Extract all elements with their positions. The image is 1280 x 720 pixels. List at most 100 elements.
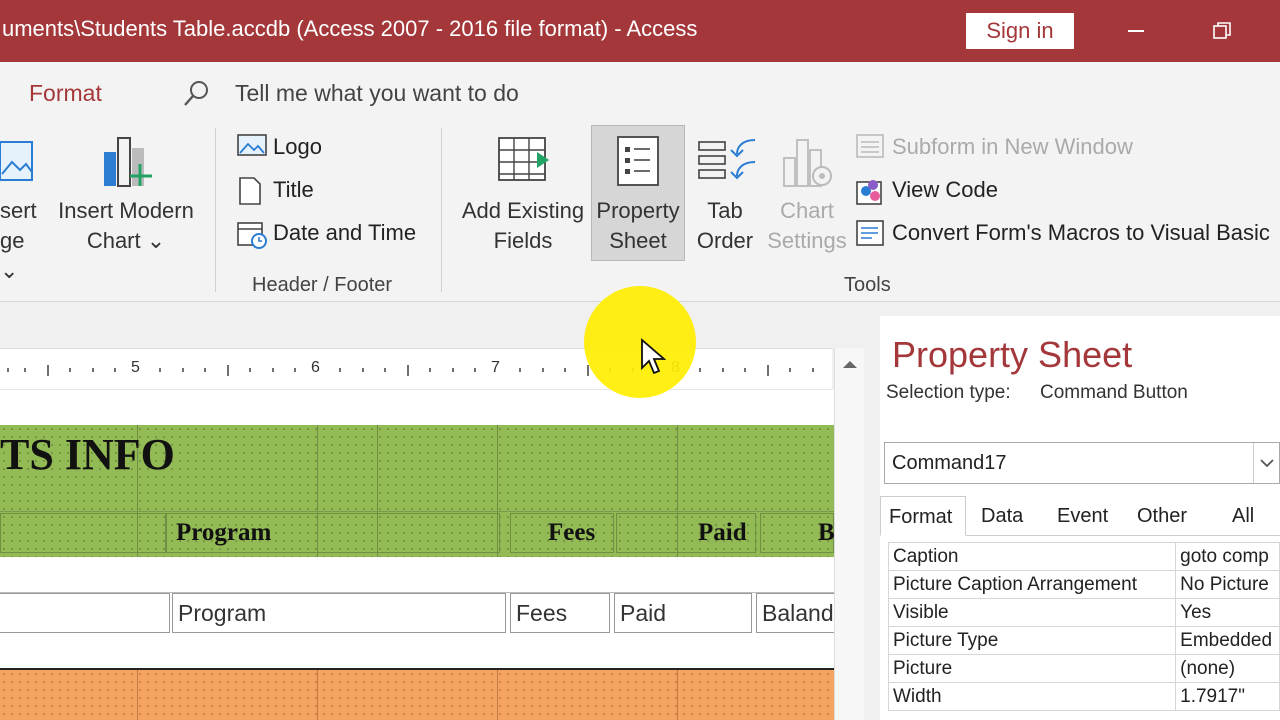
property-sheet-label-1: Property bbox=[596, 198, 680, 223]
grid-line bbox=[497, 670, 498, 720]
grid-line bbox=[137, 670, 138, 720]
group-label-header-footer: Header / Footer bbox=[252, 274, 393, 296]
property-row[interactable]: Width 1.7917" bbox=[887, 682, 1280, 711]
add-fields-label-2: Fields bbox=[493, 228, 553, 253]
tab-data[interactable]: Data bbox=[981, 496, 1023, 536]
property-sheet-button[interactable]: Property Sheet bbox=[591, 125, 685, 261]
form-detail-section: Program Fees Paid Baland bbox=[0, 557, 834, 667]
property-name: Width bbox=[887, 682, 1177, 711]
form-canvas: TS INFO Program Fees Paid B Program Fees… bbox=[0, 390, 835, 720]
tab-all[interactable]: All bbox=[1232, 496, 1254, 536]
title-icon bbox=[239, 177, 261, 205]
convert-macros-button[interactable]: Convert Form's Macros to Visual Basic bbox=[856, 220, 1270, 246]
header-label-balance[interactable]: B bbox=[818, 513, 835, 553]
property-value[interactable]: Embedded bbox=[1175, 626, 1280, 655]
property-sheet-label-2: Sheet bbox=[609, 228, 667, 253]
dropdown-button[interactable] bbox=[1253, 443, 1279, 483]
form-design-area: 5 6 7 8 TS INFO Program Fees Paid B bbox=[0, 302, 866, 720]
grid-line bbox=[0, 511, 834, 512]
object-selector-dropdown[interactable]: Command17 bbox=[884, 442, 1280, 484]
ribbon-separator bbox=[215, 128, 216, 292]
property-row[interactable]: Visible Yes bbox=[887, 598, 1280, 627]
logo-button[interactable]: Logo bbox=[237, 134, 322, 160]
tab-order-label-2: Order bbox=[696, 228, 754, 253]
chart-icon bbox=[104, 137, 152, 187]
chart-settings-label-2: Settings bbox=[767, 228, 847, 253]
header-label-paid[interactable]: Paid bbox=[698, 513, 747, 553]
ruler-ticks bbox=[7, 365, 814, 376]
property-row[interactable]: Picture (none) bbox=[887, 654, 1280, 683]
subform-new-window-button: Subform in New Window bbox=[856, 134, 1133, 160]
ribbon: Format Tell me what you want to do sert … bbox=[0, 62, 1280, 302]
property-value[interactable]: goto comp bbox=[1175, 542, 1280, 571]
property-sheet-pane: Property Sheet Selection type: Command B… bbox=[866, 302, 1280, 720]
ribbon-separator bbox=[441, 128, 442, 292]
textbox-balance[interactable]: Baland bbox=[756, 593, 834, 633]
property-tabs: Format Data Event Other All bbox=[880, 496, 1280, 536]
property-name: Caption bbox=[887, 542, 1177, 571]
search-icon bbox=[184, 81, 208, 106]
calendar-clock-icon bbox=[237, 222, 267, 249]
view-code-button[interactable]: View Code bbox=[856, 177, 998, 205]
tab-order-label-1: Tab bbox=[707, 198, 743, 223]
modern-chart-label-2: Chart ⌄ bbox=[86, 228, 166, 253]
selection-type-value: Command Button bbox=[1040, 382, 1188, 403]
tab-format[interactable]: Format bbox=[29, 80, 102, 107]
title-button[interactable]: Title bbox=[239, 177, 314, 205]
property-value[interactable]: (none) bbox=[1175, 654, 1280, 683]
grid-line bbox=[677, 670, 678, 720]
add-fields-label-1: Add Existing bbox=[461, 198, 585, 223]
tab-event[interactable]: Event bbox=[1057, 496, 1108, 536]
logo-label: Logo bbox=[273, 134, 322, 159]
label-control-box[interactable] bbox=[0, 513, 166, 553]
tell-me-search[interactable]: Tell me what you want to do bbox=[235, 80, 519, 107]
title-bar: uments\Students Table.accdb (Access 2007… bbox=[0, 0, 1280, 62]
textbox-program[interactable]: Program bbox=[172, 593, 506, 633]
subform-label: Subform in New Window bbox=[892, 134, 1133, 159]
header-label-fees[interactable]: Fees bbox=[548, 513, 595, 553]
restore-icon[interactable] bbox=[1213, 22, 1231, 40]
convert-macros-icon bbox=[856, 220, 884, 246]
title-label: Title bbox=[273, 177, 314, 202]
tab-order-icon bbox=[698, 139, 756, 180]
vertical-scrollbar[interactable] bbox=[834, 348, 864, 720]
insert-image-label-1: sert bbox=[0, 198, 37, 223]
ruler-mark: 5 bbox=[131, 359, 140, 376]
insert-image-label-2: ge ⌄ bbox=[0, 228, 25, 283]
property-value[interactable]: 1.7917" bbox=[1175, 682, 1280, 711]
convert-macros-label: Convert Form's Macros to Visual Basic bbox=[892, 220, 1270, 245]
property-value[interactable]: Yes bbox=[1175, 598, 1280, 627]
property-row[interactable]: Picture Type Embedded bbox=[887, 626, 1280, 655]
property-name: Picture Type bbox=[887, 626, 1177, 655]
property-sheet-title: Property Sheet bbox=[892, 334, 1133, 375]
property-name: Picture Caption Arrangement bbox=[887, 570, 1177, 599]
date-time-label: Date and Time bbox=[273, 220, 417, 245]
view-code-icon bbox=[856, 180, 882, 205]
sign-in-button[interactable]: Sign in bbox=[966, 13, 1074, 49]
form-header-section: TS INFO Program Fees Paid B bbox=[0, 425, 835, 557]
form-title-label[interactable]: TS INFO bbox=[0, 429, 175, 480]
textbox-student[interactable] bbox=[0, 593, 170, 633]
property-value[interactable]: No Picture bbox=[1175, 570, 1280, 599]
header-label-program[interactable]: Program bbox=[176, 513, 271, 553]
scroll-up-icon[interactable] bbox=[841, 358, 859, 370]
ruler-mark: 6 bbox=[311, 359, 320, 376]
property-name: Picture bbox=[887, 654, 1177, 683]
property-row[interactable]: Picture Caption Arrangement No Picture bbox=[887, 570, 1280, 599]
property-sheet-body: Property Sheet Selection type: Command B… bbox=[880, 316, 1280, 720]
minimize-icon[interactable] bbox=[1128, 30, 1144, 32]
property-row[interactable]: Caption goto comp bbox=[887, 542, 1280, 571]
logo-icon bbox=[237, 134, 267, 156]
textbox-paid[interactable]: Paid bbox=[614, 593, 752, 633]
window-title: uments\Students Table.accdb (Access 2007… bbox=[2, 16, 698, 41]
chart-settings-icon bbox=[783, 139, 832, 187]
tab-format[interactable]: Format bbox=[880, 496, 966, 536]
chevron-down-icon bbox=[1260, 459, 1274, 468]
tab-other[interactable]: Other bbox=[1137, 496, 1187, 536]
horizontal-ruler: 5 6 7 8 bbox=[0, 348, 832, 390]
chart-settings-label-1: Chart bbox=[780, 198, 834, 223]
property-table: Caption goto comp Picture Caption Arrang… bbox=[887, 542, 1280, 711]
date-time-button[interactable]: Date and Time bbox=[237, 220, 417, 249]
property-name: Visible bbox=[887, 598, 1177, 627]
textbox-fees[interactable]: Fees bbox=[510, 593, 610, 633]
